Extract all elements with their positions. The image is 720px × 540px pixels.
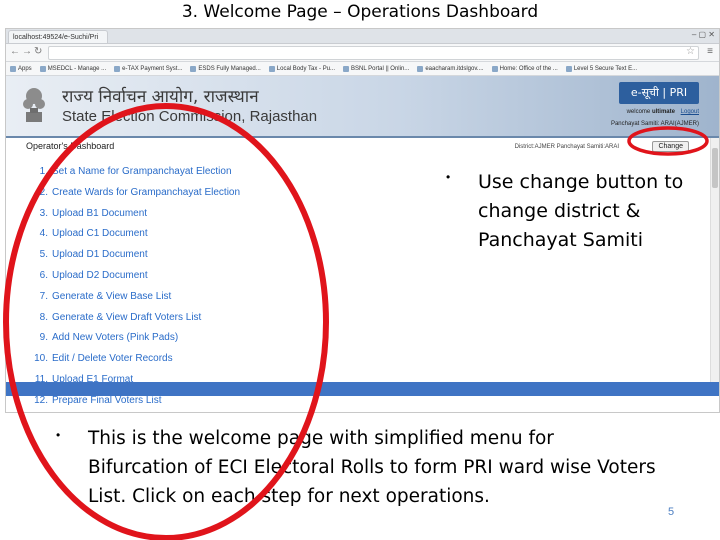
bookmark-item[interactable]: Apps: [6, 65, 36, 72]
bookmark-label: Home: Office of the ...: [499, 65, 558, 72]
bookmark-item[interactable]: eaacharam.itdslgov....: [413, 65, 487, 72]
menu-item-number: 3.: [39, 207, 48, 219]
bookmark-item[interactable]: Local Body Tax - Pu...: [265, 65, 339, 72]
tab-bar: localhost:49524/e-Suchi/Pri – ▢ ✕: [6, 29, 719, 44]
slide-title: 3. Welcome Page – Operations Dashboard: [181, 2, 539, 22]
reload-icon[interactable]: ↻: [34, 46, 42, 57]
menu-item[interactable]: 5. Upload D1 Document: [26, 245, 240, 266]
menu-item-number: 10.: [34, 353, 48, 365]
welcome-hint: This is the welcome page with simplified…: [88, 428, 656, 507]
bookmark-item[interactable]: ESDS Fully Managed...: [186, 65, 264, 72]
district-info: District:AJMER Panchayat Samiti:ARAI: [514, 144, 619, 150]
menu-item-label: Upload D1 Document: [52, 249, 148, 261]
footer-bar: [6, 382, 719, 396]
bookmark-label: BSNL Portal || Onlin...: [351, 65, 410, 72]
menu-item-number: 1.: [39, 166, 48, 177]
bookmark-favicon-icon: [343, 65, 350, 72]
bookmark-favicon-icon: [190, 65, 197, 72]
bookmark-favicon-icon: [268, 65, 275, 72]
bookmark-item[interactable]: e-TAX Payment Syst...: [110, 65, 186, 72]
menu-item-label: Create Wards for Grampanchayat Election: [52, 186, 241, 198]
bullet-icon: •: [446, 170, 451, 184]
change-hint: Use change button to change district & P…: [478, 171, 684, 251]
scrollbar[interactable]: [710, 138, 719, 382]
menu-item-label: Generate & View Base List: [52, 290, 172, 302]
samiti-label: Panchayat Samiti: ARAI(AJMER): [610, 121, 699, 127]
menu-item-label: Set a Name for Grampanchayat Election: [52, 166, 232, 177]
menu-item[interactable]: 10. Edit / Delete Voter Records: [26, 349, 240, 370]
bookmark-favicon-icon: [565, 65, 572, 72]
menu-item-label: Add New Voters (Pink Pads): [52, 332, 179, 344]
url-input[interactable]: [48, 46, 699, 60]
bookmark-favicon-icon: [491, 65, 498, 72]
menu-item-label: Upload D2 Document: [52, 269, 148, 281]
bookmark-item[interactable]: MSEDCL - Manage ...: [36, 65, 110, 72]
username: ultimate: [651, 109, 675, 115]
site-header: राज्य निर्वाचन आयोग, राजस्थान State Elec…: [6, 76, 719, 138]
bookmark-item[interactable]: Home: Office of the ...: [488, 65, 562, 72]
bookmark-favicon-icon: [10, 65, 16, 72]
menu-item-label: Generate & View Draft Voters List: [52, 311, 202, 323]
operations-menu: 1. Set a Name for Grampanchayat Election 2…: [26, 162, 240, 412]
page-number: 5: [668, 506, 675, 518]
bookmarks-bar: Apps MSEDCL - Manage ... e-TAX Payment Sys…: [6, 62, 719, 76]
welcome-label: welcome: [626, 109, 651, 115]
bookmark-item[interactable]: Level 5 Secure Text E...: [562, 65, 641, 72]
menu-item-label: Prepare Final Voters List: [52, 394, 162, 406]
menu-item-number: 2.: [39, 186, 48, 198]
bookmark-favicon-icon: [417, 65, 424, 72]
menu-item-number: 7.: [39, 290, 48, 302]
menu-item-label: Upload B1 Document: [52, 207, 148, 219]
change-button[interactable]: Change: [652, 141, 689, 152]
scroll-thumb[interactable]: [712, 148, 718, 188]
menu-item[interactable]: 6. Upload D2 Document: [26, 266, 240, 287]
back-icon[interactable]: ←: [10, 46, 20, 57]
bookmark-item[interactable]: BSNL Portal || Onlin...: [339, 65, 413, 72]
bookmark-label: e-TAX Payment Syst...: [122, 65, 183, 72]
browser-tab[interactable]: localhost:49524/e-Suchi/Pri: [8, 30, 108, 43]
bookmark-favicon-icon: [114, 65, 121, 72]
bookmark-label: MSEDCL - Manage ...: [47, 65, 107, 72]
bookmark-star-icon[interactable]: ☆: [686, 46, 695, 57]
menu-item-number: 9.: [39, 332, 48, 344]
bookmark-favicon-icon: [39, 65, 46, 72]
menu-item[interactable]: 3. Upload B1 Document: [26, 204, 240, 225]
forward-icon[interactable]: →: [22, 46, 32, 57]
menu-item-number: 6.: [39, 269, 48, 281]
menu-item[interactable]: 7. Generate & View Base List: [26, 287, 240, 308]
address-bar: ← → ↻ ☆ ≡: [6, 44, 719, 62]
menu-item-label: Edit / Delete Voter Records: [52, 353, 173, 365]
brand-logo: e-सूची | PRI: [619, 82, 699, 104]
bookmark-label: Local Body Tax - Pu...: [276, 65, 336, 72]
dashboard-title: Operator's Dashboard: [26, 141, 115, 151]
bookmark-label: ESDS Fully Managed...: [198, 65, 261, 72]
bullet-icon: •: [56, 428, 61, 442]
menu-item[interactable]: 9. Add New Voters (Pink Pads): [26, 328, 240, 349]
site-title-hindi: राज्य निर्वाचन आयोग, राजस्थान: [62, 87, 259, 107]
bookmark-label: Apps: [18, 65, 32, 72]
menu-item[interactable]: 2. Create Wards for Grampanchayat Electio…: [26, 183, 240, 204]
menu-item-number: 4.: [39, 228, 48, 240]
menu-item[interactable]: 1. Set a Name for Grampanchayat Election: [26, 162, 240, 183]
menu-item-label: Upload C1 Document: [52, 228, 148, 240]
site-title-english: State Election Commission, Rajasthan: [62, 108, 318, 125]
state-emblem-icon: [23, 88, 45, 122]
bookmark-label: eaacharam.itdslgov....: [425, 65, 484, 72]
menu-item-number: 8.: [39, 311, 48, 323]
window-controls[interactable]: – ▢ ✕: [692, 30, 715, 39]
menu-item[interactable]: 4. Upload C1 Document: [26, 224, 240, 245]
logout-link[interactable]: Logout: [681, 109, 699, 115]
menu-item-number: 5.: [39, 249, 48, 261]
browser-menu-icon[interactable]: ≡: [707, 46, 713, 57]
bookmark-label: Level 5 Secure Text E...: [573, 65, 638, 72]
welcome-line: welcome ultimate Logout: [627, 109, 699, 115]
menu-item[interactable]: 8. Generate & View Draft Voters List: [26, 308, 240, 329]
